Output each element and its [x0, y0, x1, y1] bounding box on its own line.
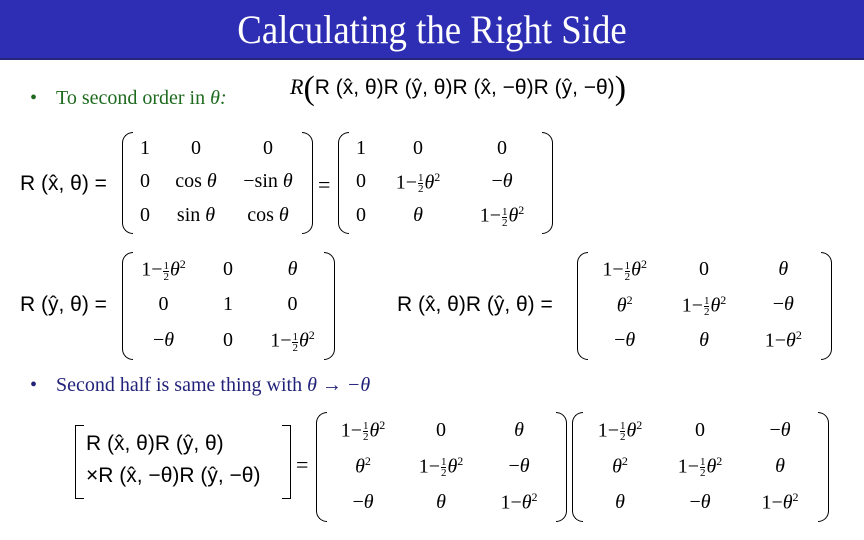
matrix-cell: θ	[413, 203, 423, 226]
matrix-cell: 1−θ2	[764, 327, 802, 352]
right-bracket	[282, 425, 291, 499]
matrix-cell: 0	[356, 170, 366, 193]
matrix-cell: −θ	[352, 490, 374, 513]
matrix-cell: 1	[356, 137, 366, 160]
matrix-cell: −θ	[769, 418, 791, 441]
matrix-cell: 1− 1 2 θ2	[602, 257, 647, 283]
bullet-dot: •	[30, 87, 38, 109]
full-label-line2: ×R (x̂, −θ)R (ŷ, −θ)	[86, 464, 261, 487]
matrix-cell: −θ	[508, 454, 530, 477]
matrix-cell: 1− 1 2 θ2	[677, 453, 723, 480]
bullet-text: To second order in	[56, 87, 211, 109]
matrix-cell: 1− 1 2 θ2	[395, 169, 441, 196]
bullet-second-half: • Second half is same thing with θ → −θ	[30, 373, 370, 397]
matrix-cell: θ2	[612, 453, 628, 478]
rxry-label: R (x̂, θ)R (ŷ, θ) =	[397, 291, 553, 318]
matrix-grid: 1 0 0 0 cos θ −sin θ 0 sin θ cos θ	[130, 132, 304, 232]
matrix-cell: θ2	[616, 292, 633, 317]
equals-sign-2: =	[296, 452, 309, 477]
top-expression: R(R (x̂, θ)R (ŷ, θ)R (x̂, −θ)R (ŷ, −θ))	[290, 72, 626, 106]
matrix-cell: 0	[287, 293, 298, 316]
matrix-grid: 1− 1 2 θ2 0 θ θ2 1− 1 2 θ2 −θ −θ θ 1−θ2	[585, 252, 823, 358]
factor-3: R (x̂, −θ)	[452, 76, 534, 99]
matrix-cell: 0	[695, 418, 705, 441]
matrix-cell: 0	[140, 203, 150, 226]
bullet-second-order: • To second order in θ:	[30, 86, 227, 110]
matrix-cell: 0	[497, 137, 507, 160]
matrix-cell: −θ	[491, 170, 513, 193]
rx-label-text: R (x̂, θ) =	[20, 172, 107, 195]
matrix-cell: θ	[775, 454, 785, 477]
rxry-label-text: R (x̂, θ)R (ŷ, θ) =	[397, 293, 553, 316]
equals-sign: =	[318, 172, 331, 197]
bullet-math: θ:	[210, 87, 227, 109]
matrix-cell: θ	[514, 418, 524, 441]
matrix-cell: 1− 1 2 θ2	[597, 417, 643, 444]
top-expression-prefix: R	[290, 74, 304, 99]
matrix-cell: 1−θ2	[500, 489, 538, 514]
matrix-grid: 1− 1 2 θ2 0 θ θ2 1− 1 2 θ2 −θ −θ θ 1−θ2	[324, 412, 558, 520]
matrix-cell: 0	[191, 137, 201, 160]
matrix-cell: −θ	[689, 490, 711, 513]
bullet-dot: •	[30, 374, 38, 396]
matrix-cell: cos θ	[247, 203, 289, 226]
ry-label: R (ŷ, θ) =	[20, 291, 107, 318]
slide-title: Calculating the Right Side	[237, 7, 627, 52]
matrix-cell: 0	[436, 418, 446, 441]
bullet-text: Second half is same thing with	[56, 374, 308, 396]
ry-label-text: R (ŷ, θ) =	[20, 293, 107, 316]
matrix-cell: 0	[223, 328, 233, 351]
matrix-cell: 1− 1 2 θ2	[418, 453, 464, 480]
matrix-cell: 1− 1 2 θ2	[479, 202, 525, 229]
matrix-cell: 1− 1 2 θ2	[141, 257, 186, 283]
factor-2: R (ŷ, θ)	[383, 76, 453, 99]
matrix-cell: 0	[140, 170, 150, 193]
matrix-cell: θ	[699, 328, 709, 351]
left-bracket	[75, 425, 84, 499]
rx-label: R (x̂, θ) =	[20, 170, 107, 197]
matrix-cell: θ	[287, 258, 298, 281]
factor-1: R (x̂, θ)	[314, 76, 384, 99]
matrix-cell: θ	[615, 490, 625, 513]
title-bar: Calculating the Right Side	[0, 0, 864, 60]
matrix-cell: 0	[413, 137, 423, 160]
matrix-cell: 1− 1 2 θ2	[340, 417, 386, 444]
matrix-cell: θ2	[355, 453, 371, 478]
matrix-cell: 1	[140, 137, 150, 160]
matrix-cell: sin θ	[176, 203, 216, 226]
full-label: R (x̂, θ)R (ŷ, θ) ×R (x̂, −θ)R (ŷ, −θ)	[86, 428, 260, 492]
matrix-grid: 1− 1 2 θ2 0 −θ θ2 1− 1 2 θ2 θ θ −θ 1−θ2	[580, 412, 820, 520]
matrix-cell: cos θ	[175, 170, 217, 193]
matrix-grid: 1− 1 2 θ2 0 θ 0 1 0 −θ 0 1− 1 2 θ2	[130, 252, 326, 358]
matrix-cell: −θ	[152, 328, 175, 351]
matrix-cell: 0	[263, 137, 273, 160]
matrix-cell: 1− 1 2 θ2	[681, 292, 727, 319]
matrix-cell: 1	[223, 293, 233, 316]
matrix-cell: 1−θ2	[761, 489, 799, 514]
matrix-cell: θ	[436, 490, 446, 513]
matrix-cell: 0	[158, 293, 169, 316]
matrix-cell: −θ	[614, 328, 636, 351]
matrix-cell: 0	[698, 258, 709, 281]
matrix-cell: −θ	[772, 293, 794, 316]
close-paren: )	[614, 70, 627, 107]
bullet-math: θ → −θ	[307, 374, 371, 396]
matrix-cell: 0	[356, 203, 366, 226]
matrix-cell: −sin θ	[243, 170, 293, 193]
matrix-cell: 1− 1 2 θ2	[270, 327, 315, 354]
factor-4: R (ŷ, −θ)	[533, 76, 615, 99]
matrix-cell: 0	[223, 258, 233, 281]
full-label-line1: R (x̂, θ)R (ŷ, θ)	[86, 432, 224, 455]
matrix-grid: 1 0 0 0 1− 1 2 θ2 −θ 0 θ 1− 1 2 θ2	[346, 132, 544, 232]
matrix-cell: θ	[778, 258, 789, 281]
open-paren: (	[303, 70, 315, 107]
